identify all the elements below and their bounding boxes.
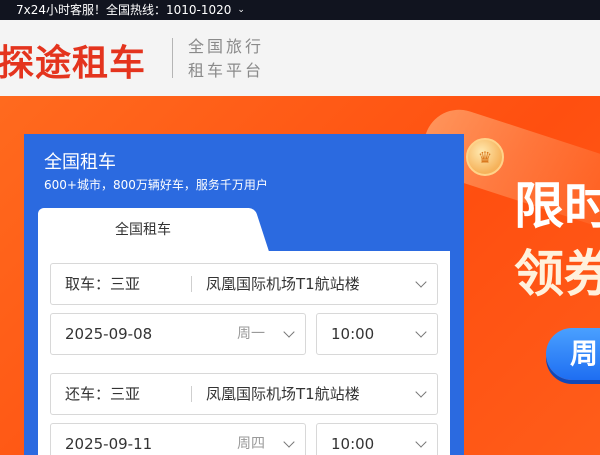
pickup-label: 取车： <box>65 275 111 293</box>
booking-panel: 全国租车 600+城市，800万辆好车，服务千万用户 全国租车 取车：三亚 凤凰… <box>24 134 464 455</box>
return-city-name: 三亚 <box>110 385 141 403</box>
field-separator <box>191 276 192 292</box>
brand-slogan: 全国旅行 租车平台 <box>188 35 264 83</box>
pickup-city: 取车：三亚 <box>65 264 140 304</box>
pickup-time-field[interactable]: 10:00 <box>316 313 438 355</box>
chevron-down-icon[interactable] <box>415 326 427 338</box>
return-date: 2025-09-11 <box>65 435 153 453</box>
pickup-city-name: 三亚 <box>110 275 141 293</box>
return-date-field[interactable]: 2025-09-11 周四 <box>50 423 306 455</box>
chevron-down-icon[interactable] <box>283 326 295 338</box>
return-city: 还车：三亚 <box>65 374 140 414</box>
booking-form: 取车：三亚 凤凰国际机场T1航站楼 2025-09-08 周一 10:00 还车… <box>38 251 450 455</box>
service-hotline-text: 7x24小时客服！全国热线：1010-1020 <box>16 3 232 17</box>
pickup-time: 10:00 <box>331 325 375 343</box>
pickup-weekday: 周一 <box>237 326 265 342</box>
return-label: 还车： <box>65 385 111 403</box>
promo-headline-1: 限时 <box>514 177 600 235</box>
chevron-down-icon[interactable] <box>283 436 295 448</box>
chevron-down-icon[interactable] <box>415 276 427 288</box>
pickup-date-field[interactable]: 2025-09-08 周一 <box>50 313 306 355</box>
return-weekday: 周四 <box>237 436 265 452</box>
slogan-line-2: 租车平台 <box>188 61 265 80</box>
panel-title: 全国租车 <box>44 152 116 173</box>
slogan-line-1: 全国旅行 <box>188 37 265 56</box>
site-header: 探途租车 全国旅行 租车平台 <box>0 20 600 96</box>
pickup-location-field[interactable]: 取车：三亚 凤凰国际机场T1航站楼 <box>50 263 438 305</box>
return-place: 凤凰国际机场T1航站楼 <box>206 385 360 403</box>
chevron-down-icon[interactable] <box>415 436 427 448</box>
top-service-bar[interactable]: 7x24小时客服！全国热线：1010-1020 ⌄ <box>0 0 600 20</box>
coin-icon: ♛ <box>466 138 504 176</box>
brand-logo[interactable]: 探途租车 <box>0 34 146 86</box>
promo-headline-2: 领券 <box>514 245 600 303</box>
return-time: 10:00 <box>331 435 375 453</box>
pickup-place: 凤凰国际机场T1航站楼 <box>206 275 360 293</box>
field-separator <box>191 386 192 402</box>
header-divider <box>172 38 173 78</box>
chevron-down-icon[interactable] <box>415 386 427 398</box>
return-time-field[interactable]: 10:00 <box>316 423 438 455</box>
pickup-date: 2025-09-08 <box>65 325 153 343</box>
return-location-field[interactable]: 还车：三亚 凤凰国际机场T1航站楼 <box>50 373 438 415</box>
promo-button[interactable]: 周 <box>546 328 600 380</box>
panel-subtitle: 600+城市，800万辆好车，服务千万用户 <box>44 178 268 192</box>
tab-national-rental[interactable]: 全国租车 <box>38 208 248 252</box>
chevron-down-icon[interactable]: ⌄ <box>237 0 245 20</box>
